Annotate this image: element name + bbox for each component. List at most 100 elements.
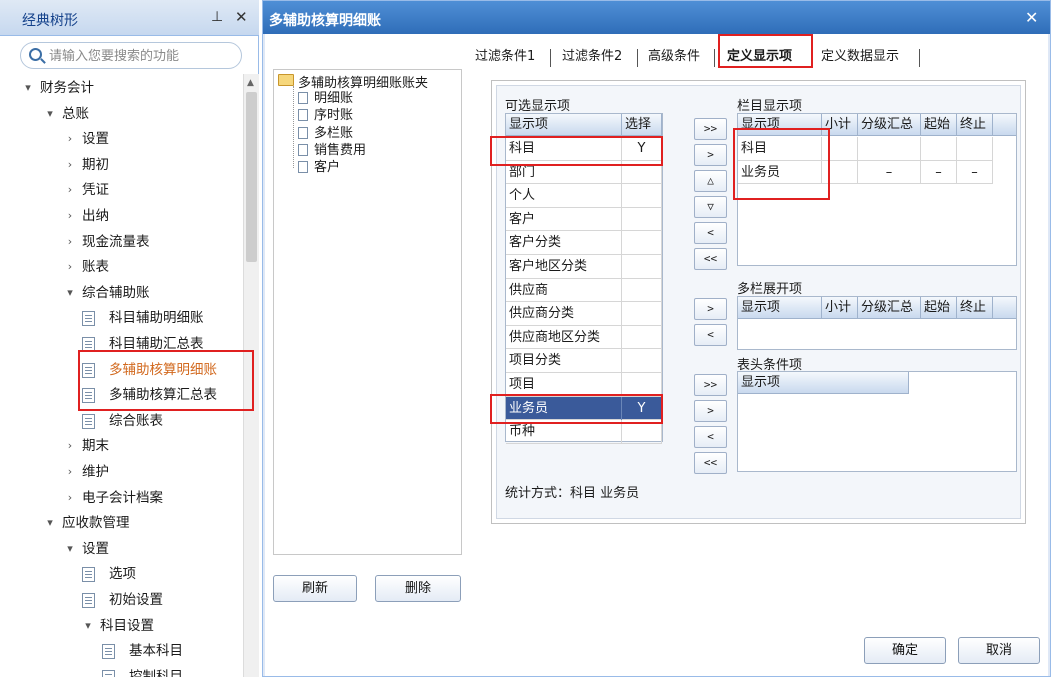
tree-item[interactable]: › 账表 [64, 255, 240, 279]
option-cell[interactable]: – [957, 160, 993, 184]
move-right-button[interactable]: > [694, 400, 727, 422]
search-box[interactable] [20, 42, 242, 69]
select-cell[interactable]: Y [622, 137, 662, 160]
table-row[interactable]: 客户地区分类 [506, 255, 662, 279]
tree-item[interactable]: › 电子会计档案 [64, 486, 240, 510]
move-all-right-button[interactable]: >> [694, 374, 727, 396]
scroll-thumb[interactable] [246, 92, 257, 262]
tree-item[interactable]: 控制科目 [102, 665, 240, 677]
chevron-right-icon[interactable]: › [64, 255, 76, 279]
column-header[interactable]: 小计 [822, 297, 858, 319]
tree-item[interactable]: 综合账表 [82, 409, 240, 433]
column-header[interactable]: 显示项 [738, 297, 822, 319]
select-cell[interactable] [622, 184, 662, 208]
move-down-button[interactable]: ▽ [694, 196, 727, 218]
tree-item[interactable]: › 维护 [64, 460, 240, 484]
column-header[interactable]: 起始 [921, 114, 957, 136]
select-cell[interactable] [622, 302, 662, 326]
move-left-button[interactable]: < [694, 324, 727, 346]
column-header[interactable]: 起始 [921, 297, 957, 319]
column-header[interactable]: 显示项 [738, 114, 822, 136]
select-cell[interactable] [622, 325, 662, 349]
scrollbar[interactable]: ▲ [243, 74, 259, 677]
chevron-right-icon[interactable]: › [64, 153, 76, 177]
tab-advanced[interactable]: 高级条件 [648, 44, 700, 70]
tree-item[interactable]: ▾ 财务会计 [22, 76, 240, 100]
chevron-down-icon[interactable]: ▾ [64, 537, 76, 561]
tree-item[interactable]: 科目辅助明细账 [82, 306, 240, 330]
tab-filter-1[interactable]: 过滤条件1 [475, 44, 535, 70]
move-all-left-button[interactable]: << [694, 452, 727, 474]
select-cell[interactable] [622, 373, 662, 396]
move-up-button[interactable]: △ [694, 170, 727, 192]
tree-item[interactable]: 多辅助核算明细账 [82, 358, 240, 382]
chevron-right-icon[interactable]: › [64, 178, 76, 202]
column-header[interactable]: 终止 [957, 297, 993, 319]
column-header[interactable]: 分级汇总 [858, 297, 921, 319]
pin-icon[interactable]: ⊥ [211, 9, 223, 25]
column-header[interactable]: 显示项 [506, 114, 622, 136]
tree-item[interactable]: › 出纳 [64, 204, 240, 228]
chevron-right-icon[interactable]: › [64, 204, 76, 228]
search-icon[interactable] [29, 48, 42, 61]
option-cell[interactable]: – [858, 160, 921, 184]
table-row[interactable]: 部门 [506, 160, 662, 185]
table-row[interactable]: 供应商 [506, 278, 662, 303]
tree-item[interactable]: 多辅助核算汇总表 [82, 383, 240, 407]
tree-item[interactable]: 初始设置 [82, 588, 240, 612]
move-all-right-button[interactable]: >> [694, 118, 727, 140]
tree-item[interactable]: ▾ 总账 [44, 102, 240, 126]
chevron-down-icon[interactable]: ▾ [64, 281, 76, 305]
move-left-button[interactable]: < [694, 426, 727, 448]
chevron-right-icon[interactable]: › [64, 486, 76, 510]
option-cell[interactable] [957, 137, 993, 160]
tab-filter-2[interactable]: 过滤条件2 [562, 44, 622, 70]
chevron-right-icon[interactable]: › [64, 434, 76, 458]
move-left-button[interactable]: < [694, 222, 727, 244]
option-cell[interactable] [822, 137, 858, 160]
column-header[interactable]: 分级汇总 [858, 114, 921, 136]
ok-button[interactable]: 确定 [864, 637, 946, 664]
select-cell[interactable] [622, 231, 662, 255]
column-header[interactable]: 终止 [957, 114, 993, 136]
table-row[interactable]: 币种 [506, 420, 662, 444]
tree-item[interactable]: ▾ 设置 [64, 537, 240, 561]
column-header[interactable]: 显示项 [738, 372, 909, 394]
select-cell[interactable] [622, 278, 662, 302]
chevron-down-icon[interactable]: ▾ [44, 102, 56, 126]
tree-item[interactable]: › 设置 [64, 127, 240, 151]
tree-item[interactable]: › 现金流量表 [64, 230, 240, 254]
option-cell[interactable] [822, 160, 858, 184]
move-all-left-button[interactable]: << [694, 248, 727, 270]
table-row[interactable]: 客户 [506, 207, 662, 232]
tree-item[interactable]: 选项 [82, 562, 240, 586]
chevron-right-icon[interactable]: › [64, 460, 76, 484]
table-row[interactable]: 科目 Y [506, 137, 662, 161]
option-cell[interactable] [858, 137, 921, 160]
chevron-down-icon[interactable]: ▾ [82, 614, 94, 638]
tree-item[interactable]: › 期初 [64, 153, 240, 177]
table-row[interactable]: 个人 [506, 184, 662, 208]
tree-item[interactable]: ▾ 综合辅助账 [64, 281, 240, 305]
move-right-button[interactable]: > [694, 144, 727, 166]
move-right-button[interactable]: > [694, 298, 727, 320]
select-cell[interactable] [622, 207, 662, 231]
select-cell[interactable] [622, 420, 662, 444]
column-header[interactable]: 选择 [622, 114, 662, 136]
chevron-down-icon[interactable]: ▾ [22, 76, 34, 100]
tree-item[interactable]: › 凭证 [64, 178, 240, 202]
table-row[interactable]: 客户分类 [506, 231, 662, 255]
chevron-right-icon[interactable]: › [64, 127, 76, 151]
chevron-right-icon[interactable]: › [64, 230, 76, 254]
option-cell[interactable]: – [921, 160, 957, 184]
select-cell[interactable]: Y [622, 396, 662, 420]
tree-item[interactable]: ▾ 科目设置 [82, 614, 240, 638]
close-icon[interactable]: ✕ [235, 8, 248, 26]
tree-item[interactable]: ▾ 应收款管理 [44, 511, 240, 535]
table-row[interactable]: 业务员 Y [506, 396, 662, 421]
select-cell[interactable] [622, 255, 662, 278]
chevron-down-icon[interactable]: ▾ [44, 511, 56, 535]
tree-item[interactable]: 科目辅助汇总表 [82, 332, 240, 356]
tree-item[interactable]: › 期末 [64, 434, 240, 458]
select-cell[interactable] [622, 349, 662, 373]
